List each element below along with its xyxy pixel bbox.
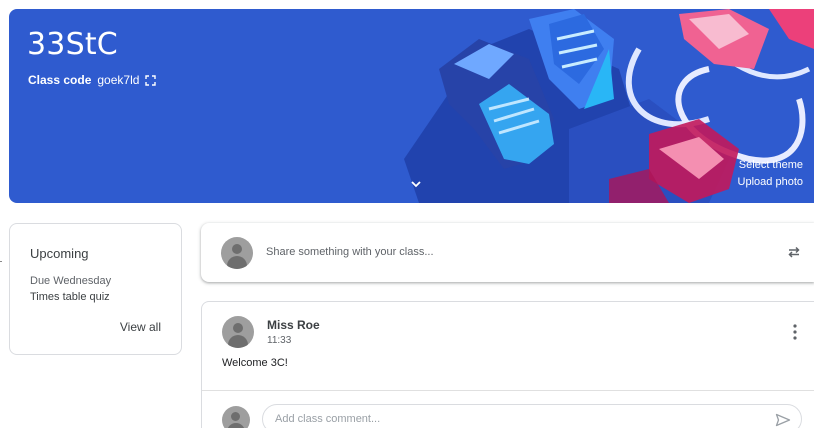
class-code-label: Class code — [28, 73, 92, 87]
post-time: 11:33 — [267, 335, 292, 346]
upcoming-card: Upcoming Due Wednesday Times table quiz … — [9, 223, 182, 355]
banner-illustration — [404, 9, 814, 203]
class-title: 33StC — [27, 27, 118, 62]
avatar — [221, 237, 253, 269]
view-all-button[interactable]: View all — [120, 320, 161, 334]
class-banner: 33StC Class code goek7ld Select theme Up… — [9, 9, 814, 203]
share-with-class-card[interactable]: Share something with your class... — [201, 223, 814, 282]
post-divider — [202, 390, 814, 391]
comment-input[interactable] — [275, 413, 745, 425]
upcoming-assignment-link[interactable]: Times table quiz — [30, 291, 110, 303]
send-icon[interactable] — [775, 413, 791, 427]
author-avatar — [222, 316, 254, 348]
comment-box[interactable] — [262, 404, 802, 428]
fullscreen-icon[interactable] — [145, 74, 157, 86]
commenter-avatar — [222, 406, 250, 428]
post-author: Miss Roe — [267, 318, 320, 332]
upload-photo-link[interactable]: Upload photo — [738, 176, 803, 188]
repost-icon[interactable] — [786, 244, 802, 260]
share-prompt[interactable]: Share something with your class... — [266, 246, 434, 258]
class-code: Class code goek7ld — [28, 73, 157, 87]
upcoming-due-date: Due Wednesday — [30, 275, 112, 287]
post-body: Welcome 3C! — [222, 357, 288, 369]
upcoming-title: Upcoming — [30, 246, 89, 261]
announcement-card: Miss Roe 11:33 Welcome 3C! — [201, 301, 814, 428]
chevron-down-icon[interactable] — [409, 177, 423, 191]
more-vert-icon[interactable] — [793, 324, 797, 340]
select-theme-link[interactable]: Select theme — [739, 159, 803, 171]
divider-mark — [0, 261, 2, 262]
class-code-value: goek7ld — [97, 73, 140, 87]
